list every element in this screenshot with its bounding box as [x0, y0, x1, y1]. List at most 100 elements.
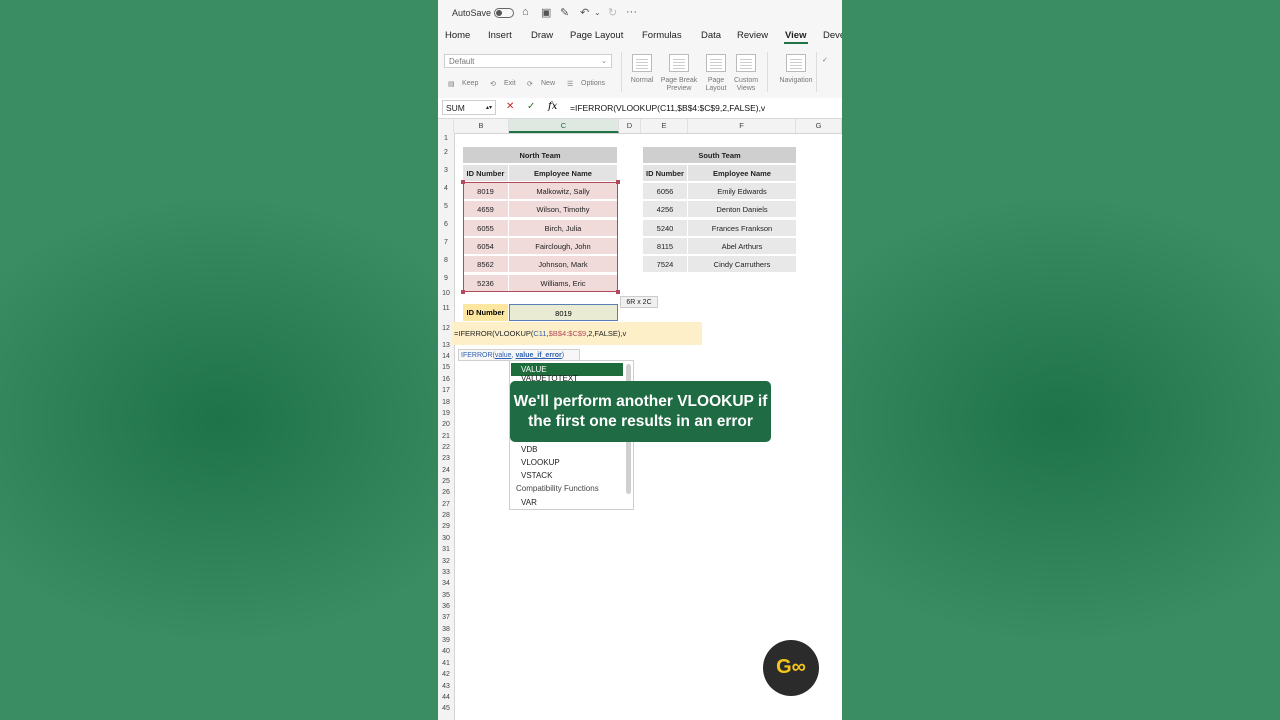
name-box[interactable]: SUM ▴▾ — [442, 100, 496, 115]
row-header[interactable]: 32 — [438, 556, 454, 567]
formula-edit-cell[interactable]: =IFERROR(VLOOKUP(C11,$B$4:$C$9,2,FALSE),… — [452, 322, 702, 345]
row-header[interactable]: 8 — [438, 252, 454, 270]
row-header[interactable]: 5 — [438, 198, 454, 216]
edit-icon[interactable]: ✎ — [560, 6, 569, 19]
south-name-cell[interactable]: Cindy Carruthers — [688, 256, 796, 274]
row-header[interactable]: 43 — [438, 681, 454, 692]
south-id-cell[interactable]: 4256 — [643, 201, 687, 219]
row-header[interactable]: 35 — [438, 590, 454, 601]
row-header[interactable]: 14 — [438, 351, 454, 362]
row-header[interactable]: 28 — [438, 510, 454, 521]
autocomplete-item[interactable]: VLOOKUP — [511, 456, 623, 469]
page-break-preview-icon[interactable] — [669, 54, 689, 72]
chevron-down-icon[interactable]: ⌄ — [594, 8, 601, 17]
range-handle[interactable] — [461, 180, 465, 184]
row-header[interactable]: 38 — [438, 624, 454, 635]
page-layout-view-icon[interactable] — [706, 54, 726, 72]
row-header[interactable]: 19 — [438, 408, 454, 419]
row-header[interactable]: 39 — [438, 635, 454, 646]
navigation-icon[interactable] — [786, 54, 806, 72]
exit-button[interactable]: Exit — [504, 80, 516, 87]
row-header[interactable]: 34 — [438, 578, 454, 589]
formula-input[interactable]: =IFERROR(VLOOKUP(C11,$B$4:$C$9,2,FALSE),… — [570, 103, 765, 113]
row-header[interactable]: 45 — [438, 703, 454, 714]
south-name-cell[interactable]: Emily Edwards — [688, 183, 796, 200]
lookup-id-value[interactable]: 8019 — [509, 304, 618, 321]
row-header[interactable]: 11 — [438, 300, 454, 318]
range-handle[interactable] — [461, 290, 465, 294]
range-handle[interactable] — [616, 290, 620, 294]
tab-data[interactable]: Data — [701, 30, 721, 41]
row-header[interactable]: 24 — [438, 465, 454, 476]
row-header[interactable]: 30 — [438, 533, 454, 544]
row-header[interactable]: 22 — [438, 442, 454, 453]
autocomplete-item[interactable]: VAR — [511, 496, 623, 509]
south-id-cell[interactable]: 7524 — [643, 256, 687, 274]
row-header[interactable]: 17 — [438, 385, 454, 396]
tab-formulas[interactable]: Formulas — [642, 30, 682, 41]
insert-function-icon[interactable]: fx — [548, 101, 557, 112]
range-handle[interactable] — [616, 180, 620, 184]
cancel-icon[interactable]: ✕ — [506, 101, 514, 112]
save-icon[interactable]: ▣ — [541, 6, 551, 19]
row-header[interactable]: 1 — [438, 133, 454, 144]
redo-icon[interactable]: ↻ — [608, 6, 617, 19]
south-id-cell[interactable]: 5240 — [643, 219, 687, 237]
row-header[interactable]: 27 — [438, 499, 454, 510]
tab-insert[interactable]: Insert — [488, 30, 512, 41]
south-id-cell[interactable]: 8115 — [643, 237, 687, 255]
south-name-cell[interactable]: Frances Frankson — [688, 219, 796, 237]
row-header[interactable]: 9 — [438, 270, 454, 288]
row-header[interactable]: 3 — [438, 162, 454, 180]
column-header-g[interactable]: G — [796, 119, 842, 133]
row-header[interactable]: 21 — [438, 431, 454, 442]
row-header[interactable]: 6 — [438, 216, 454, 234]
row-header[interactable]: 23 — [438, 453, 454, 464]
keep-button[interactable]: Keep — [462, 80, 478, 87]
tab-review[interactable]: Review — [737, 30, 768, 41]
tab-home[interactable]: Home — [445, 30, 470, 41]
row-header[interactable]: 20 — [438, 419, 454, 430]
south-id-cell[interactable]: 6056 — [643, 183, 687, 200]
checkbox-icon[interactable]: ✓ — [822, 56, 828, 64]
row-header[interactable]: 2 — [438, 144, 454, 162]
row-header[interactable]: 36 — [438, 601, 454, 612]
new-button[interactable]: New — [541, 80, 555, 87]
row-header[interactable]: 4 — [438, 180, 454, 198]
row-header[interactable]: 7 — [438, 234, 454, 252]
autocomplete-item[interactable]: VSTACK — [511, 469, 623, 482]
sheet-view-select[interactable]: Default ⌄ — [444, 54, 612, 68]
more-icon[interactable]: ··· — [626, 6, 637, 18]
home-icon[interactable]: ⌂ — [522, 6, 529, 18]
row-header[interactable]: 31 — [438, 544, 454, 555]
row-header[interactable]: 25 — [438, 476, 454, 487]
row-header[interactable]: 18 — [438, 397, 454, 408]
column-header-b[interactable]: B — [454, 119, 509, 133]
row-header[interactable]: 40 — [438, 646, 454, 657]
autocomplete-item[interactable]: VDB — [511, 443, 623, 456]
row-header[interactable]: 37 — [438, 612, 454, 623]
tab-view[interactable]: View — [785, 30, 806, 41]
south-name-cell[interactable]: Denton Daniels — [688, 201, 796, 219]
column-header-c[interactable]: C — [509, 119, 619, 133]
tab-page-layout[interactable]: Page Layout — [570, 30, 623, 41]
custom-views-icon[interactable] — [736, 54, 756, 72]
normal-view-icon[interactable] — [632, 54, 652, 72]
row-header[interactable]: 26 — [438, 487, 454, 498]
south-name-cell[interactable]: Abel Arthurs — [688, 237, 796, 255]
options-button[interactable]: Options — [581, 80, 605, 87]
row-header[interactable]: 10 — [438, 288, 454, 299]
select-all-corner[interactable] — [438, 119, 454, 133]
row-header[interactable]: 29 — [438, 521, 454, 532]
column-header-e[interactable]: E — [641, 119, 688, 133]
row-header[interactable]: 33 — [438, 567, 454, 578]
undo-icon[interactable]: ↶ — [580, 6, 589, 19]
column-header-f[interactable]: F — [688, 119, 796, 133]
tab-developer[interactable]: Deve — [823, 30, 842, 41]
autosave-toggle[interactable] — [494, 8, 514, 18]
row-header[interactable]: 16 — [438, 374, 454, 385]
row-header[interactable]: 41 — [438, 658, 454, 669]
column-header-d[interactable]: D — [619, 119, 641, 133]
row-header[interactable]: 42 — [438, 669, 454, 680]
enter-icon[interactable]: ✓ — [527, 101, 535, 112]
